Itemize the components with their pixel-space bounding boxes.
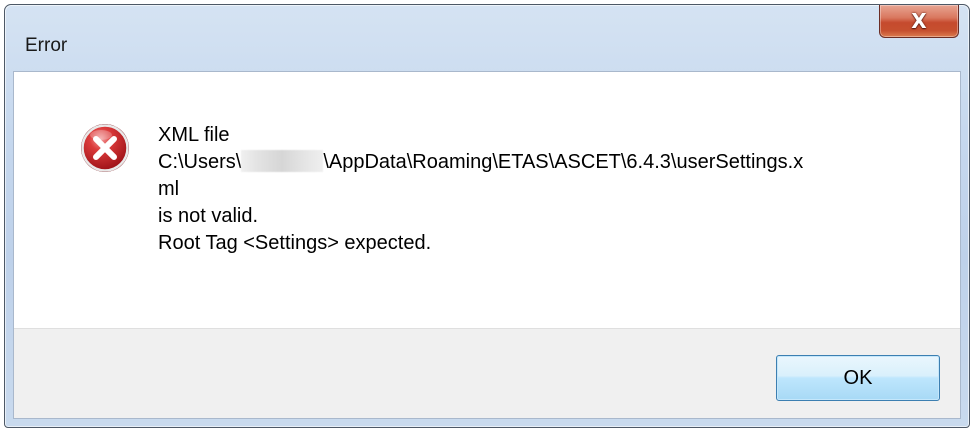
button-area: OK <box>14 328 960 418</box>
message-line: Root Tag <Settings> expected. <box>158 232 432 254</box>
error-icon <box>81 124 129 172</box>
message-line: ml <box>158 178 180 200</box>
window-title: Error <box>25 35 68 56</box>
message-line: is not valid. <box>158 205 259 227</box>
error-dialog-window: Error X XML file C:\Users\ \AppData\Roam… <box>4 4 970 428</box>
path-prefix: C:\Users\ <box>158 151 242 173</box>
message-line: XML file <box>158 124 230 146</box>
message-area: XML file C:\Users\ \AppData\Roaming\ETAS\… <box>14 72 960 328</box>
redacted-username <box>241 150 324 172</box>
close-button[interactable]: X <box>879 5 959 38</box>
path-suffix: \AppData\Roaming\ETAS\ASCET\6.4.3\userSe… <box>323 151 804 173</box>
close-icon: X <box>911 9 927 33</box>
ok-button[interactable]: OK <box>776 355 940 401</box>
error-message: XML file C:\Users\ \AppData\Roaming\ETAS\… <box>158 122 803 257</box>
title-bar[interactable]: Error X <box>5 5 969 67</box>
message-path-line: C:\Users\ \AppData\Roaming\ETAS\ASCET\6.4… <box>158 149 803 176</box>
dialog-content: XML file C:\Users\ \AppData\Roaming\ETAS\… <box>13 71 961 419</box>
